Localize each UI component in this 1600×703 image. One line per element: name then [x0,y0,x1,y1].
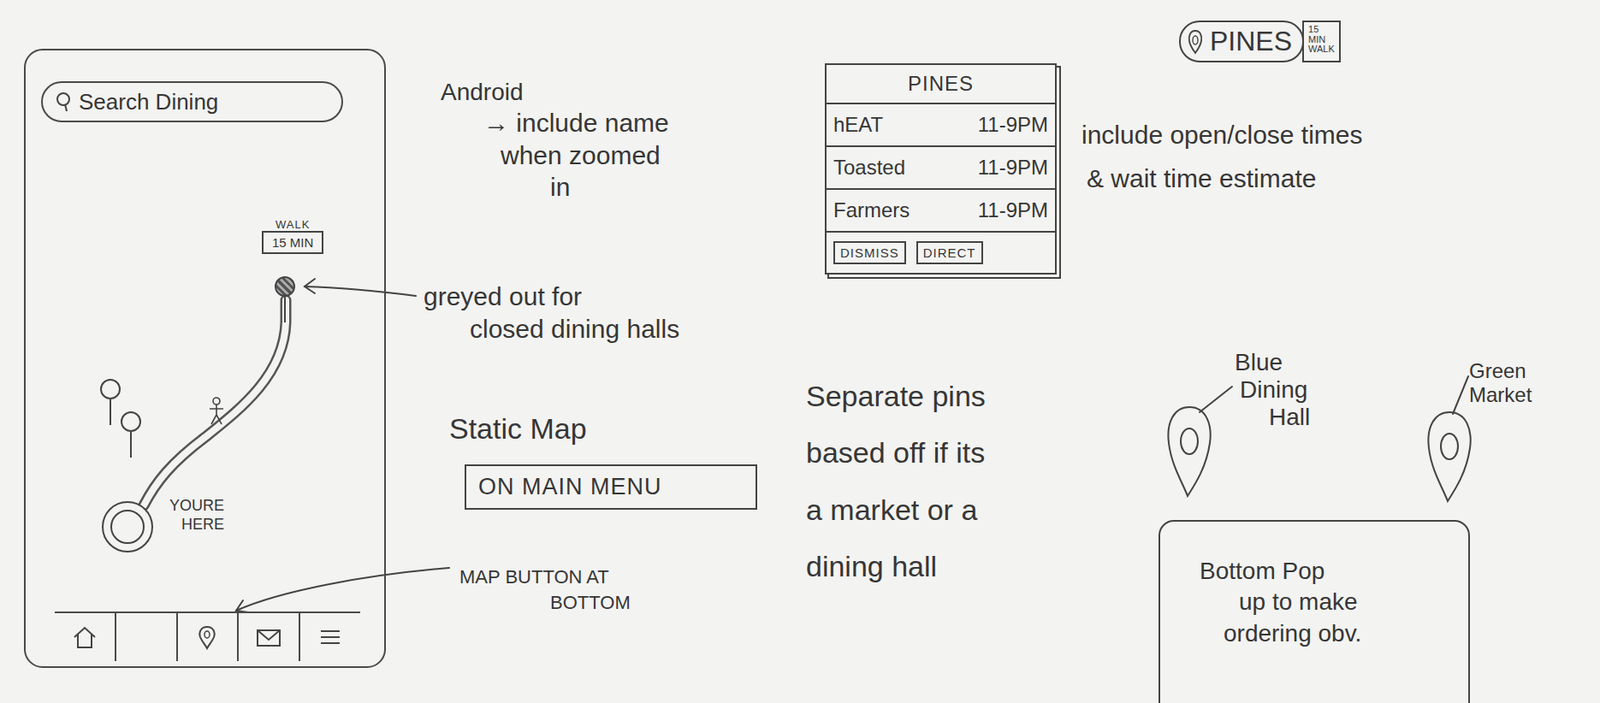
you-are-here-text: HERE [169,515,225,535]
search-placeholder: Search Dining [78,88,219,116]
pin-head [274,276,296,297]
nav-item[interactable] [298,613,361,662]
android-note: Android→ include namewhen zoomedin [440,77,670,204]
note-title: Static Map [449,410,758,448]
note-line: up to make [1199,586,1452,618]
sketch-canvas: Search DiningWALK15 MINYOUREHEREAndroid→… [0,0,1600,703]
direct-button[interactable]: DIRECT [916,241,984,265]
pin-head [100,379,121,400]
map-pin-icon [193,623,221,652]
restaurant-name: Farmers [833,198,910,223]
main-menu-box: ON MAIN MENU [464,464,758,511]
pin-walk-text: 15 [1308,24,1335,36]
greyed-note: greyed out forclosed dining halls [423,280,680,345]
map-pin-icon [1163,403,1215,500]
pin-type-label: BlueDiningHall [1234,349,1310,433]
pin-type-text: Market [1469,383,1532,408]
card-row[interactable]: hEAT 11-9PM [826,104,1055,148]
pin-icon [1187,29,1203,55]
pin-walk-box: 15MINWALK [1302,20,1341,63]
search-icon [54,91,74,113]
pin-head [120,411,142,433]
map-pin[interactable] [274,276,296,323]
walk-time: 15 MIN [261,231,324,255]
restaurant-name: Toasted [833,155,906,180]
pin-type-label: GreenMarket [1469,359,1532,407]
pin-name: PINES [1209,25,1292,58]
note-title: Android [440,77,670,107]
map-pin[interactable] [120,411,142,458]
note-line: closed dining halls [423,313,680,346]
dismiss-button[interactable]: DISMISS [833,241,907,265]
pin-walk-text: WALK [1308,44,1335,55]
route-path [25,50,388,670]
map-button-note: MAP BUTTON ATBOTTOM [459,564,631,616]
note-line: Separate pins [805,367,986,425]
static-map-note: Static Map ON MAIN MENU [449,410,758,510]
note-line: include open/close times [1081,112,1363,157]
pin-label[interactable]: PINES 15MINWALK [1179,20,1341,63]
search-bar[interactable]: Search Dining [41,81,344,123]
pin-type-text: Hall [1234,403,1310,432]
mail-icon [254,623,283,652]
note-line: when zoomed [440,139,670,172]
note-line: MAP BUTTON AT [459,564,631,591]
walk-badge: WALK15 MIN [261,218,324,255]
nav-item[interactable] [114,613,177,662]
menu-icon [316,623,344,652]
map-pin-icon [1423,408,1476,505]
pin-walk-text: MIN [1308,35,1335,46]
pin-type-text: Dining [1234,376,1310,404]
person-icon [205,396,228,427]
phone-frame: Search Dining WALK15 MIN YOUREHERE [23,48,386,669]
you-are-here-dot [110,509,145,545]
card-row[interactable]: Toasted 11-9PM [826,147,1055,190]
you-are-here-text: YOURE [169,497,225,516]
dining-hall-card: PINES hEAT 11-9PM Toasted 11-9PM Farmers 11-9P… [824,63,1057,275]
walk-label: WALK [275,218,310,232]
restaurant-hours: 11-9PM [977,155,1049,180]
restaurant-hours: 11-9PM [977,198,1049,223]
note-line: ordering obv. [1199,618,1452,650]
pin-stem [109,399,112,426]
note-line: → include name [440,106,670,140]
map-pin[interactable] [100,379,121,426]
bottom-nav [54,611,361,662]
separate-pins-note: Separate pinsbased off if itsa market or… [805,367,986,595]
times-note: include open/close times& wait time esti… [1081,112,1363,201]
restaurant-hours: 11-9PM [977,112,1049,137]
pin-stem [130,432,132,458]
pin-stem [284,296,286,323]
restaurant-name: hEAT [833,112,883,137]
note-line: BOTTOM [459,590,631,617]
nav-item[interactable] [237,613,299,662]
home-icon [71,623,99,652]
note-line: a market or a [805,481,986,539]
note-line: & wait time estimate [1081,156,1363,201]
pin-type-text: Green [1469,359,1532,384]
you-are-here-marker [101,501,154,553]
pin-type-text: Blue [1234,349,1310,377]
card-title: PINES [826,65,1055,105]
note-line: Bottom Pop [1199,556,1452,587]
note-line: in [440,171,670,204]
bottom-popup[interactable]: Bottom Popup to makeordering obv. [1158,520,1470,703]
nav-item[interactable] [176,613,238,662]
nav-item[interactable] [54,613,115,662]
card-buttons: DISMISS DIRECT [826,232,1055,273]
note-line: based off if its [805,424,986,481]
note-line: dining hall [805,538,986,595]
card-row[interactable]: Farmers 11-9PM [826,189,1055,233]
map-area [25,122,385,612]
pin-label-oval: PINES [1179,20,1304,63]
note-line: greyed out for [423,280,680,314]
you-are-here-label: YOUREHERE [169,497,225,534]
